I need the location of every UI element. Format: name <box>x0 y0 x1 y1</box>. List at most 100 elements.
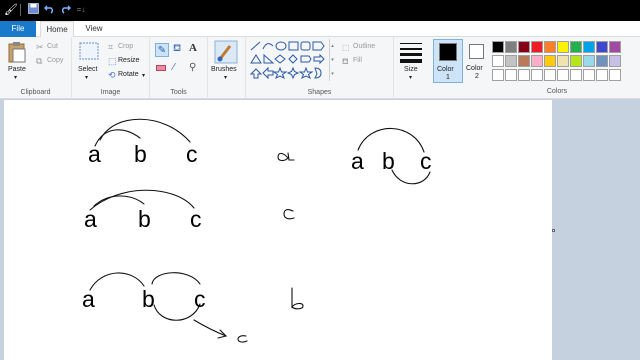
paste-label[interactable]: Paste <box>8 66 26 73</box>
brushes-dropdown-icon[interactable]: ▾ <box>224 74 227 81</box>
shapes-scroll-icon[interactable]: ▴ ▾ ▾ <box>329 39 335 81</box>
magnifier-icon[interactable]: ⚲ <box>189 62 196 73</box>
tools-group-label: Tools <box>170 89 187 96</box>
paste-dropdown-icon[interactable]: ▾ <box>14 74 17 81</box>
eraser-icon[interactable] <box>156 65 166 71</box>
letter-a: a <box>351 148 364 174</box>
palette-swatch[interactable] <box>518 41 530 53</box>
crop-icon[interactable]: ⌗ <box>108 42 113 53</box>
palette-swatch[interactable] <box>596 55 608 67</box>
rotate-icon[interactable]: ⟲ <box>108 70 116 81</box>
color2-number: 2 <box>475 73 479 80</box>
crop-button[interactable]: Crop <box>118 43 133 50</box>
palette-swatch[interactable] <box>557 69 569 81</box>
brushes-group: Brushes ▾ <box>208 37 246 99</box>
letter-b: b <box>138 206 151 232</box>
palette-swatch[interactable] <box>531 41 543 53</box>
canvas-resize-handle[interactable] <box>552 229 555 232</box>
select-icon[interactable] <box>78 41 100 63</box>
rotate-dropdown-icon[interactable]: ▾ <box>142 72 145 79</box>
brushes-label[interactable]: Brushes <box>211 66 237 73</box>
letter-b: b <box>134 141 147 167</box>
letter-b: b <box>382 148 395 174</box>
palette-swatch[interactable] <box>570 55 582 67</box>
color-picker-icon[interactable]: ⁄ <box>173 62 175 73</box>
paste-icon[interactable] <box>7 41 27 63</box>
outline-icon[interactable]: ⬚ <box>342 43 350 52</box>
color1-swatch <box>439 43 457 61</box>
letter-b: b <box>142 286 155 312</box>
color2-label: Color <box>466 65 483 72</box>
save-icon[interactable] <box>26 3 40 17</box>
palette-swatch[interactable] <box>596 41 608 53</box>
palette-swatch[interactable] <box>583 41 595 53</box>
outline-button[interactable]: Outline <box>353 43 375 50</box>
color1-number: 1 <box>446 74 450 81</box>
fill-button[interactable]: Fill <box>353 57 362 64</box>
palette-swatch[interactable] <box>531 55 543 67</box>
palette-swatch[interactable] <box>544 55 556 67</box>
resize-icon[interactable]: ⬚ <box>108 56 117 67</box>
palette-swatch[interactable] <box>492 69 504 81</box>
palette-swatch[interactable] <box>557 55 569 67</box>
stroke-arrow-shaft <box>193 319 227 337</box>
palette-swatch[interactable] <box>518 69 530 81</box>
size-icon[interactable] <box>400 41 422 63</box>
size-label[interactable]: Size <box>404 66 418 73</box>
color1-button[interactable]: Color 1 <box>433 39 463 83</box>
size-dropdown-icon[interactable]: ▾ <box>409 74 412 81</box>
palette-swatch[interactable] <box>609 55 621 67</box>
scissors-icon[interactable]: ✂ <box>36 42 44 53</box>
image-group: Select ▾ ⌗ Crop ⬚ Resize ⟲ Rotate ▾ Imag… <box>72 37 150 99</box>
pencil-icon[interactable]: ✎ <box>155 43 169 57</box>
palette-swatch[interactable] <box>609 41 621 53</box>
clipboard-group: Paste ▾ ✂ Cut ⧉ Copy Clipboard <box>0 37 72 99</box>
letter-c: c <box>186 141 198 167</box>
color2-button[interactable]: Color 2 <box>463 39 491 83</box>
brushes-icon[interactable] <box>214 40 238 64</box>
shapes-group: ▴ ▾ ▾ ⬚ Outline ⛾ Fill Shapes <box>246 37 394 99</box>
palette-swatch[interactable] <box>505 55 517 67</box>
copy-button[interactable]: Copy <box>47 57 63 64</box>
cut-button[interactable]: Cut <box>47 43 58 50</box>
copy-icon[interactable]: ⧉ <box>36 56 42 67</box>
colors-group-label: Colors <box>546 88 568 95</box>
color1-label: Color <box>437 66 454 73</box>
palette-swatch[interactable] <box>505 69 517 81</box>
rotate-button[interactable]: Rotate <box>118 71 139 78</box>
stroke-b-to-c-upper <box>151 272 201 285</box>
customize-quick-access-icon[interactable]: =↓ <box>74 3 88 17</box>
size-group: Size ▾ <box>394 37 430 99</box>
fill-bucket-icon[interactable]: ⛾ <box>173 43 181 56</box>
fill-icon[interactable]: ⛾ <box>342 57 349 67</box>
tab-home[interactable]: Home <box>40 21 74 38</box>
shapes-gallery[interactable] <box>249 40 337 82</box>
palette-swatch[interactable] <box>570 41 582 53</box>
palette-swatch[interactable] <box>583 55 595 67</box>
palette-swatch[interactable] <box>531 69 543 81</box>
select-label[interactable]: Select <box>78 66 97 73</box>
resize-button[interactable]: Resize <box>118 57 139 64</box>
palette-swatch[interactable] <box>583 69 595 81</box>
ribbon-tab-row: File Home View <box>0 21 640 38</box>
palette-swatch[interactable] <box>596 69 608 81</box>
redo-icon[interactable] <box>58 3 72 17</box>
select-dropdown-icon[interactable]: ▾ <box>85 74 88 81</box>
palette-swatch[interactable] <box>557 41 569 53</box>
image-group-label: Image <box>100 89 121 96</box>
tab-file[interactable]: File <box>0 21 36 37</box>
paint-app-icon[interactable]: 🖌 <box>4 3 18 17</box>
text-tool-icon[interactable]: A <box>189 42 197 54</box>
palette-swatch[interactable] <box>609 69 621 81</box>
palette-swatch[interactable] <box>505 41 517 53</box>
palette-swatch[interactable] <box>570 69 582 81</box>
tools-group: ✎ ⛾ A ⁄ ⚲ Tools <box>150 37 208 99</box>
tab-view[interactable]: View <box>78 21 110 37</box>
palette-swatch[interactable] <box>544 41 556 53</box>
palette-swatch[interactable] <box>518 55 530 67</box>
palette-swatch[interactable] <box>492 41 504 53</box>
drawing-canvas[interactable]: a b c a b c a b c a b c <box>4 100 552 360</box>
palette-swatch[interactable] <box>492 55 504 67</box>
palette-swatch[interactable] <box>544 69 556 81</box>
undo-icon[interactable] <box>42 3 56 17</box>
